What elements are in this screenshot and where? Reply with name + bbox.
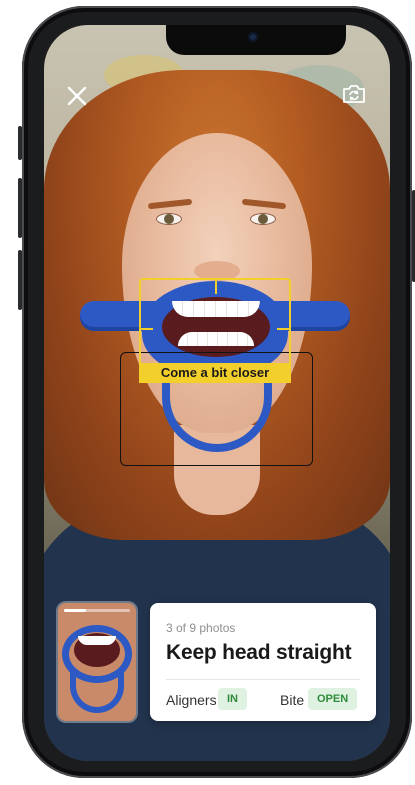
close-button[interactable] [64,83,90,109]
bite-status-badge: OPEN [308,688,358,710]
device-notch [166,25,346,55]
instruction-title: Keep head straight [166,641,352,664]
right-eye [250,213,276,225]
guide-right-tick [277,328,289,330]
left-eye [156,213,182,225]
previous-photo-thumbnail[interactable] [58,603,136,721]
mute-switch [18,126,22,160]
positioning-hint: Come a bit closer [139,363,291,383]
volume-up-button [18,178,22,238]
photo-count: 3 of 9 photos [166,621,236,635]
volume-down-button [18,250,22,310]
switch-camera-button[interactable] [340,81,368,107]
thumbnail-retractor-handle [70,673,124,713]
guide-left-tick [141,328,153,330]
thumbnail-teeth [78,636,116,645]
bite-label: Bite [280,692,305,708]
close-icon [67,86,87,106]
guide-center-tick [215,280,217,294]
camera-switch-icon [343,85,365,103]
instruction-card: 3 of 9 photos Keep head straight Aligner… [150,603,376,721]
front-camera-lens [248,32,258,42]
aligners-label: Aligners [166,692,217,708]
photo-progress-fill [64,609,86,612]
card-divider [166,679,360,680]
photo-progress-bar [64,609,130,612]
aligners-status-badge: IN [218,688,247,710]
camera-screen: Come a bit closer 3 of 9 photos Keep hea… [44,25,390,761]
